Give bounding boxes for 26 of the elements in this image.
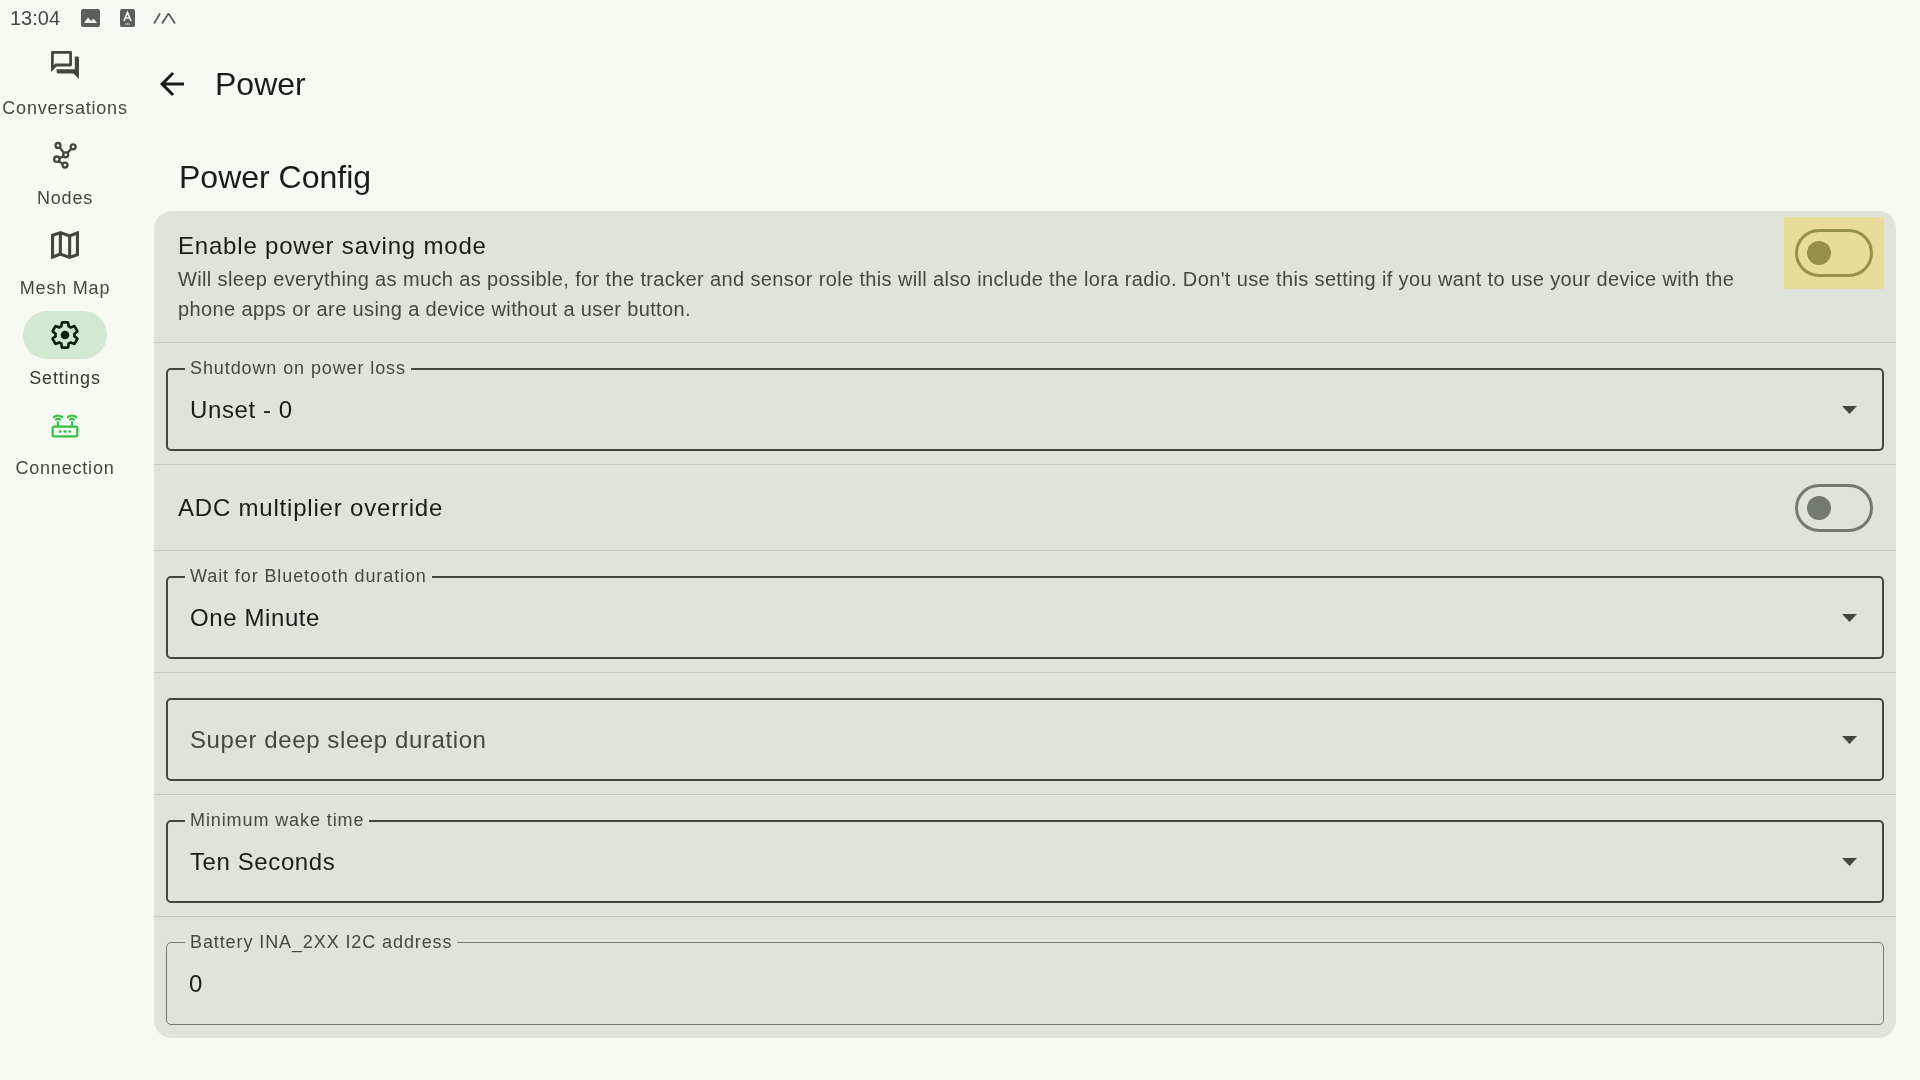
caret-icon <box>1842 613 1857 622</box>
gear-icon <box>51 321 79 349</box>
caret-icon <box>1842 405 1857 414</box>
peak-lines-icon <box>153 12 177 24</box>
section-title: Power Config <box>179 158 373 197</box>
nav-item[interactable]: Connection <box>0 401 130 478</box>
node-graph-icon <box>51 141 79 169</box>
image-icon <box>81 9 101 27</box>
caret-icon <box>1842 857 1857 866</box>
nav-item[interactable]: Nodes <box>0 131 130 208</box>
page-title: Power <box>215 65 306 104</box>
setting-description: Will sleep everything as much as possible, for the tracker and sensor role this will also include the lora radio. Don't use this setting if you want to use your device with the phone apps or are using a device without a user button. <box>178 267 1736 322</box>
setting-title: ADC multiplier override <box>178 492 445 523</box>
toggle-switch[interactable] <box>1795 229 1873 277</box>
caret-icon <box>1842 735 1857 744</box>
letter-tile-icon <box>120 9 136 27</box>
dropdown-field[interactable]: Super deep sleep duration <box>166 698 1884 781</box>
folded-map-icon <box>51 231 79 259</box>
toggle-switch[interactable] <box>1795 483 1873 532</box>
nav-item[interactable]: Settings <box>0 311 130 388</box>
setting-title: Enable power saving mode <box>178 231 488 261</box>
status-time: 13:04 <box>10 6 61 30</box>
nav-item[interactable]: Conversations <box>0 41 130 118</box>
nav-item[interactable]: Mesh Map <box>0 221 130 298</box>
chat-bubbles-icon <box>51 51 79 79</box>
back-arrow-icon <box>160 72 184 96</box>
